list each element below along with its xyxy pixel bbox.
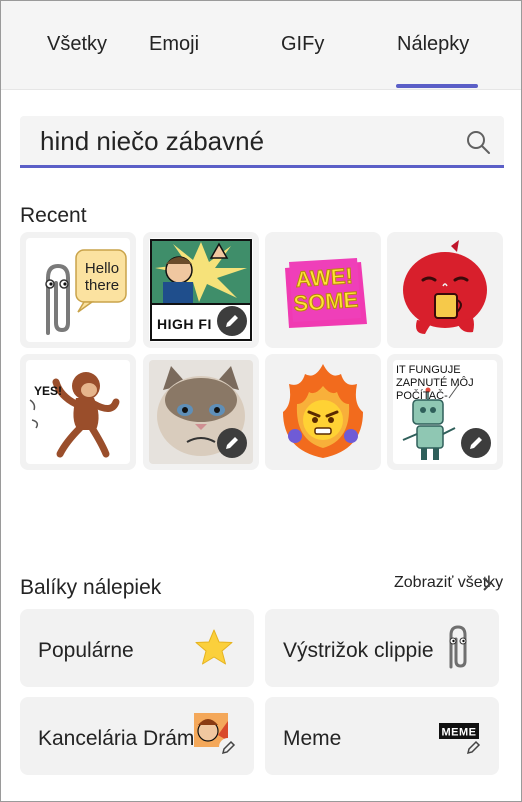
pack-label: Meme [283, 727, 342, 750]
search-icon[interactable] [464, 128, 492, 156]
sticker-picker-panel: Všetky Emoji GIFy Nálepky Recent Hello t… [0, 0, 522, 802]
pack-office-drama[interactable]: Kancelária Dráma [20, 697, 254, 775]
sticker-caption: HIGH FI [157, 316, 212, 332]
pencil-icon[interactable] [217, 306, 247, 336]
paperclip-icon [449, 625, 467, 669]
sticker-image: AWE! SOME [271, 238, 375, 342]
chevron-right-icon[interactable] [481, 576, 493, 592]
meme-icon: MEME [439, 723, 481, 755]
sticker-grumpy-cat[interactable] [143, 354, 259, 470]
tab-gifs[interactable]: GIFy [281, 33, 324, 56]
sticker-caption: Hello there [84, 260, 120, 294]
sticker-red-octopus-drinking[interactable] [387, 232, 503, 348]
tab-emoji[interactable]: Emoji [149, 33, 199, 56]
pack-popular[interactable]: Populárne [20, 609, 254, 687]
sticker-clippy-hello-there[interactable]: Hello there [20, 232, 136, 348]
pack-clippy[interactable]: Výstrižok clippie [265, 609, 499, 687]
sticker-image: YES! [26, 360, 130, 464]
pencil-icon[interactable] [461, 428, 491, 458]
sticker-caption: AWE! SOME [292, 263, 359, 317]
selected-tab-indicator [396, 84, 478, 88]
sticker-robot-it-computer[interactable]: IT FUNGUJE ZAPNUTÉ MÔJ POČÍTAČ- [387, 354, 503, 470]
svg-text:MEME: MEME [442, 727, 477, 739]
tab-stickers[interactable]: Nálepky [397, 33, 469, 56]
sticker-angry-fire-emoji[interactable] [265, 354, 381, 470]
office-drama-icon [194, 713, 237, 756]
sticker-dancing-monkey-yes[interactable]: YES! [20, 354, 136, 470]
pack-label: Výstrižok clippie [283, 639, 434, 662]
star-icon [195, 629, 233, 665]
tab-bar: Všetky Emoji GIFy Nálepky [1, 1, 521, 90]
sticker-image: Hello there [26, 238, 130, 342]
sticker-image [393, 238, 497, 342]
pack-label: Populárne [38, 639, 134, 662]
sticker-awesome-text[interactable]: AWE! SOME [265, 232, 381, 348]
search-box [20, 116, 504, 168]
search-input[interactable] [40, 125, 450, 157]
pack-meme[interactable]: Meme MEME [265, 697, 499, 775]
sticker-caption: YES! [34, 384, 63, 398]
sticker-high-five-comic[interactable]: HIGH FI [143, 232, 259, 348]
recent-section-title: Recent [20, 204, 87, 227]
pack-label: Kancelária Dráma [38, 727, 207, 750]
sticker-packs-title: Balíky nálepiek [20, 576, 162, 599]
sticker-caption: IT FUNGUJE ZAPNUTÉ MÔJ POČÍTAČ- [396, 364, 474, 402]
tab-all[interactable]: Všetky [47, 33, 107, 56]
pencil-icon[interactable] [217, 428, 247, 458]
sticker-image [271, 360, 375, 464]
